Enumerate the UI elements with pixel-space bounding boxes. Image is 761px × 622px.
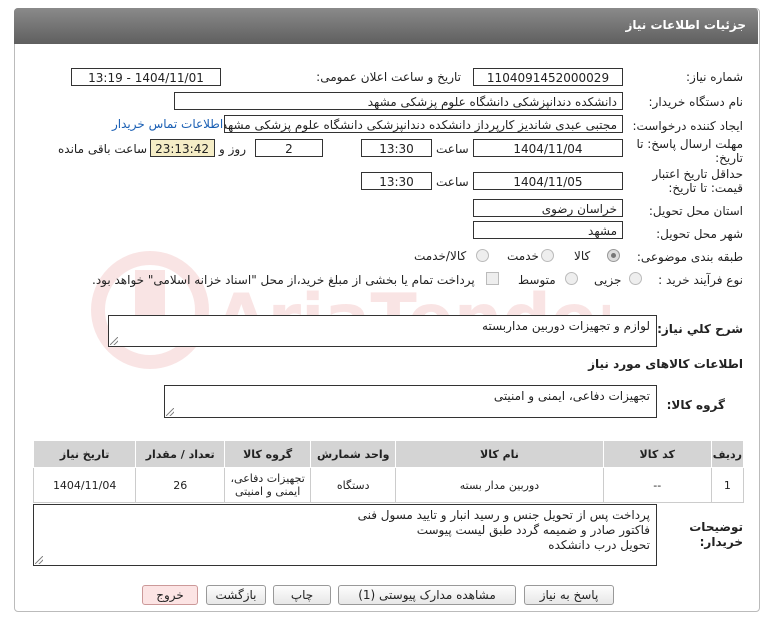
cell-code: --	[602, 467, 712, 503]
contact-buyer-link[interactable]: اطلاعات تماس خریدار	[112, 117, 223, 131]
buyer-notes-label: توضیحات	[689, 520, 743, 534]
cell-qty: 26	[135, 467, 226, 503]
general-desc-label: شرح کلي نياز:	[657, 322, 743, 336]
validity-date-field: 1404/11/05	[473, 172, 623, 190]
goods-info-title: اطلاعات کالاهای مورد نیاز	[588, 357, 743, 371]
requester-field: مجتبی عبدی شاندیز کارپرداز دانشکده دندان…	[224, 115, 623, 133]
category-radio-goods-service[interactable]	[476, 249, 489, 262]
goods-group-text: تجهیزات دفاعی، ایمنی و امنیتی	[493, 389, 650, 403]
goods-group-label: گروه کالا:	[666, 398, 725, 412]
print-button[interactable]: چاپ	[273, 585, 331, 605]
buyer-notes-label-2: خریدار:	[699, 535, 743, 549]
buyer-note-line: تحویل درب دانشکده	[548, 538, 650, 552]
col-unit: واحد شمارش	[310, 440, 397, 468]
general-desc-field[interactable]: لوازم و تجهیزات دوربین مداربسته	[108, 315, 657, 347]
resize-grip-icon[interactable]	[35, 556, 43, 564]
process-radio-medium[interactable]	[565, 272, 578, 285]
days-field: 2	[255, 139, 323, 157]
province-field: خراسان رضوی	[473, 199, 623, 217]
process-type-label: نوع فرآیند خرید :	[658, 273, 743, 287]
cell-unit: دستگاه	[310, 467, 397, 503]
need-number-label: شماره نیاز:	[686, 70, 743, 84]
city-label: شهر محل تحویل:	[656, 227, 743, 241]
validity-time-field: 13:30	[361, 172, 432, 190]
reply-time-field: 13:30	[361, 139, 432, 157]
goods-group-field[interactable]: تجهیزات دفاعی، ایمنی و امنیتی	[164, 385, 657, 418]
category-option-goods: کالا	[574, 249, 591, 263]
exit-button[interactable]: خروج	[142, 585, 198, 605]
table-row: 1 -- دوربین مدار بسته دستگاه تجهیزات دفا…	[32, 467, 745, 503]
panel-header: جزئیات اطلاعات نیاز	[14, 8, 758, 44]
general-desc-text: لوازم و تجهیزات دوربین مداربسته	[482, 319, 650, 333]
col-qty: تعداد / مقدار	[135, 440, 226, 468]
resize-grip-icon[interactable]	[110, 337, 118, 345]
category-option-goods-service: کالا/خدمت	[414, 249, 467, 263]
payment-note: پرداخت تمام یا بخشی از مبلغ خرید،از محل …	[92, 273, 475, 287]
category-radio-service[interactable]	[541, 249, 554, 262]
buyer-org-label: نام دستگاه خریدار:	[648, 95, 744, 109]
table-header-row: ردیف کد کالا نام کالا واحد شمارش گروه کا…	[32, 440, 745, 468]
col-date: تاریخ نیاز	[32, 440, 137, 468]
day-and-label: روز و	[219, 142, 246, 156]
back-button[interactable]: بازگشت	[206, 585, 266, 605]
process-option-medium: متوسط	[518, 273, 556, 287]
col-code: کد کالا	[602, 440, 712, 468]
reply-date-field: 1404/11/04	[473, 139, 623, 157]
goods-table: ردیف کد کالا نام کالا واحد شمارش گروه کا…	[32, 440, 745, 503]
col-row: ردیف	[710, 440, 745, 468]
requester-label: ایجاد کننده درخواست:	[632, 119, 743, 133]
announce-datetime-label: تاریخ و ساعت اعلان عمومی:	[316, 70, 461, 84]
buyer-notes-field[interactable]: پرداخت پس از تحویل جنس و رسید انبار و تا…	[33, 504, 657, 566]
price-validity-label: حداقل تاریخ اعتبار	[652, 167, 743, 181]
province-label: استان محل تحویل:	[648, 204, 743, 218]
buyer-note-line: فاکتور صادر و ضمیمه گردد طبق لیست پیوست	[416, 523, 650, 537]
remaining-time-field: 23:13:42	[150, 139, 215, 157]
price-validity-label-2: قیمت: تا تاریخ:	[668, 181, 743, 195]
city-field: مشهد	[473, 221, 623, 239]
buyer-org-field: دانشکده دندانپزشکی دانشگاه علوم پزشکی مش…	[174, 92, 623, 110]
process-option-minor: جزیی	[594, 273, 622, 287]
category-option-service: خدمت	[507, 249, 539, 263]
resize-grip-icon[interactable]	[166, 408, 174, 416]
treasury-checkbox[interactable]	[486, 272, 499, 285]
announce-datetime-field: 1404/11/01 - 13:19	[71, 68, 221, 86]
validity-time-label: ساعت	[436, 175, 469, 189]
view-documents-button[interactable]: مشاهده مدارک پیوستی (1)	[338, 585, 516, 605]
panel-title: جزئیات اطلاعات نیاز	[625, 18, 746, 32]
reply-deadline-label: مهلت ارسال پاسخ: تا	[636, 137, 743, 151]
cell-name: دوربین مدار بسته	[395, 467, 604, 503]
reply-button[interactable]: پاسخ به نیاز	[524, 585, 614, 605]
col-name: نام کالا	[395, 440, 604, 468]
cell-row: 1	[710, 467, 745, 503]
reply-deadline-label-2: تاریخ:	[715, 151, 743, 165]
remaining-label: ساعت باقی مانده	[58, 142, 148, 156]
cell-date: 1404/11/04	[32, 467, 137, 503]
category-radio-goods[interactable]	[607, 249, 620, 262]
category-label: طبقه بندی موضوعی:	[636, 250, 743, 264]
buyer-note-line: پرداخت پس از تحویل جنس و رسید انبار و تا…	[357, 508, 650, 522]
process-radio-minor[interactable]	[629, 272, 642, 285]
col-group: گروه کالا	[224, 440, 312, 468]
need-number-field: 1104091452000029	[473, 68, 623, 86]
cell-group: تجهیزات دفاعی، ایمنی و امنیتی	[224, 467, 312, 503]
reply-time-label: ساعت	[436, 142, 469, 156]
